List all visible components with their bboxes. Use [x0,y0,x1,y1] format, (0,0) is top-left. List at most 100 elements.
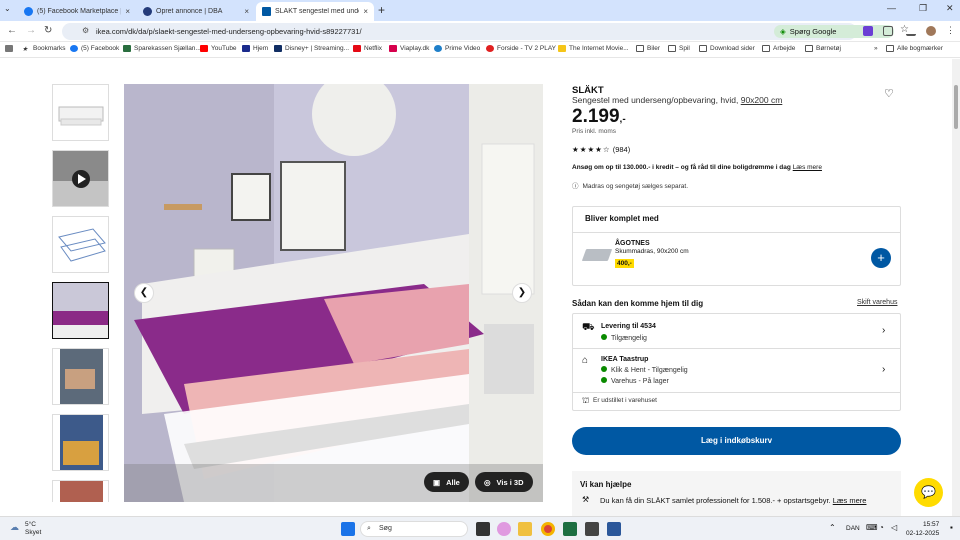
address-bar[interactable]: ⚙ ikea.com/dk/da/p/slaekt-sengestel-med-… [62,23,909,40]
bookmark-facebook[interactable]: (5) Facebook [70,45,119,52]
credit-read-more-link[interactable]: Læs mere [793,164,822,171]
system-clock[interactable]: 15:57 02-12-2025 [906,520,939,538]
chevron-right-icon[interactable]: › [882,325,885,336]
bookmark-prime[interactable]: Prime Video [434,45,480,52]
app-icon[interactable] [585,522,599,536]
word-icon[interactable] [607,522,621,536]
bookmark-viaplay[interactable]: Viaplay.dk [389,45,429,52]
bookmark-netflix[interactable]: Netflix [353,45,382,52]
extension-icon[interactable] [863,26,873,36]
view-3d-label: Vis i 3D [496,477,524,487]
bookmark-folder-bornetoj[interactable]: Børnetøj [805,45,841,52]
close-tab-icon[interactable]: × [125,7,130,16]
bookmark-youtube[interactable]: YouTube [200,45,237,52]
more-bookmarks-icon[interactable]: » [874,45,878,52]
close-tab-icon[interactable]: × [244,7,249,16]
all-bookmarks[interactable]: Alle bogmærker [886,45,943,52]
change-store-link[interactable]: Skift varehus [857,299,897,306]
close-window-icon[interactable]: ✕ [946,3,954,14]
file-explorer-icon[interactable] [518,522,532,536]
download-icon[interactable] [906,26,916,36]
bookmark-folder-arbejde[interactable]: Arbejde [762,45,795,52]
tab-ikea[interactable]: SLÄKT sengestel med underses × [256,2,374,21]
in-stock-dot-icon [601,377,607,383]
forward-icon[interactable]: → [26,25,36,36]
help-read-more-link[interactable]: Læs mere [833,496,867,505]
cloud-icon: ☁ [10,522,19,532]
bookmark-folder-biler[interactable]: Biler [636,45,660,52]
bookmark-folder-spil[interactable]: Spil [668,45,690,52]
thumbnail-4-selected[interactable] [52,282,109,339]
previous-image-button[interactable]: ❮ [134,283,154,303]
task-view-icon[interactable] [476,522,490,536]
price-vat-note: Pris inkl. moms [572,128,617,135]
extensions-puzzle-icon[interactable] [883,26,893,36]
thumbnail-7[interactable] [52,480,109,502]
thumbnail-5[interactable] [52,348,109,405]
chat-button[interactable]: 💬 [914,478,943,507]
new-tab-button[interactable]: + [378,3,385,17]
thumbnail-3[interactable] [52,216,109,273]
network-icon[interactable]: ⌨ [866,523,878,532]
scrollbar-thumb[interactable] [954,85,958,129]
view-3d-button[interactable]: ◎ Vis i 3D [475,472,533,492]
store-title[interactable]: IKEA Taastrup [601,356,648,363]
rating[interactable]: ★★★★☆ (984) [572,145,630,154]
favorite-heart-icon[interactable]: ♡ [884,87,894,100]
video-thumbnail [53,151,108,206]
size-link[interactable]: 90x200 cm [741,95,783,105]
copilot-icon[interactable] [497,522,511,536]
bookmark-sparekassen[interactable]: Sparekassen Sjællan... [123,45,201,52]
bookmark-hjem[interactable]: Hjem [242,45,268,52]
minimize-icon[interactable]: — [887,3,896,13]
chevron-right-icon[interactable]: › [882,364,885,375]
bundle-item-name[interactable]: ÅGOTNES [615,240,650,247]
product-description-text: Sengestel med underseng/opbevaring, hvid… [572,95,739,105]
tab-dba[interactable]: Opret annonce | DBA × [137,2,255,21]
bookmark-tv2[interactable]: Forside - TV 2 PLAY [486,45,556,52]
thumbnail-video[interactable] [52,150,109,207]
thumbnail-6[interactable] [52,414,109,471]
chrome-icon[interactable] [541,522,555,536]
bookmark-bookmarks[interactable]: ★ Bookmarks [22,45,66,53]
language-indicator[interactable]: DAN [846,525,860,532]
credit-offer: Ansøg om op til 130.000.- i kredit – og … [572,164,822,171]
profile-avatar[interactable] [926,26,936,36]
browser-toolbar: ← → ↻ ⚙ ikea.com/dk/da/p/slaekt-sengeste… [0,21,960,42]
show-all-images-button[interactable]: ▣ Alle [424,472,469,492]
mattress-image[interactable] [581,249,613,261]
bookmark-imdb[interactable]: The Internet Movie... [558,45,629,52]
add-to-cart-button[interactable]: Læg i indkøbskurv [572,427,901,455]
bed-product-thumbnail [53,85,108,140]
scrollbar[interactable] [952,59,960,516]
ask-google-chip[interactable]: ◈ Spørg Google [774,25,894,38]
menu-icon[interactable]: ⋮ [946,25,955,36]
bookmark-folder-download[interactable]: Download sider [699,45,755,52]
divider [573,348,900,349]
excel-icon[interactable] [563,522,577,536]
tab-facebook[interactable]: (5) Facebook Marketplace | Fac × [18,2,136,21]
main-product-image[interactable] [124,84,543,502]
weather-widget[interactable]: ☁ 5°C Skyet [10,521,41,537]
notification-icon[interactable]: ▪ [950,523,953,532]
restore-icon[interactable]: ❐ [919,3,927,14]
windows-start-icon[interactable] [341,522,355,536]
sidebar-toggle-icon[interactable] [5,45,16,52]
add-bundle-item-button[interactable]: + [871,248,891,268]
thumbnail-1[interactable] [52,84,109,141]
back-icon[interactable]: ← [7,25,17,36]
taskbar-search[interactable]: ⌕ Søg [360,521,468,537]
url-text[interactable]: ikea.com/dk/da/p/slaekt-sengestel-med-un… [96,27,362,36]
divider [573,232,900,233]
next-image-button[interactable]: ❯ [512,283,532,303]
site-info-icon[interactable]: ⚙ [82,26,89,35]
bookmarks-bar: ★ Bookmarks (5) Facebook Sparekassen Sjæl… [0,42,960,58]
tab-search-icon[interactable]: ⌄ [4,4,11,13]
tray-chevron-icon[interactable]: ⌃ [829,523,836,532]
reload-icon[interactable]: ↻ [44,25,52,36]
bookmark-disney[interactable]: Disney+ | Streaming... [274,45,349,52]
delivery-option-title[interactable]: Levering til 4534 [601,323,656,330]
close-tab-icon[interactable]: × [363,7,368,16]
wifi-icon[interactable]: ◔ [879,523,884,532]
volume-icon[interactable]: ◁ [891,523,897,532]
